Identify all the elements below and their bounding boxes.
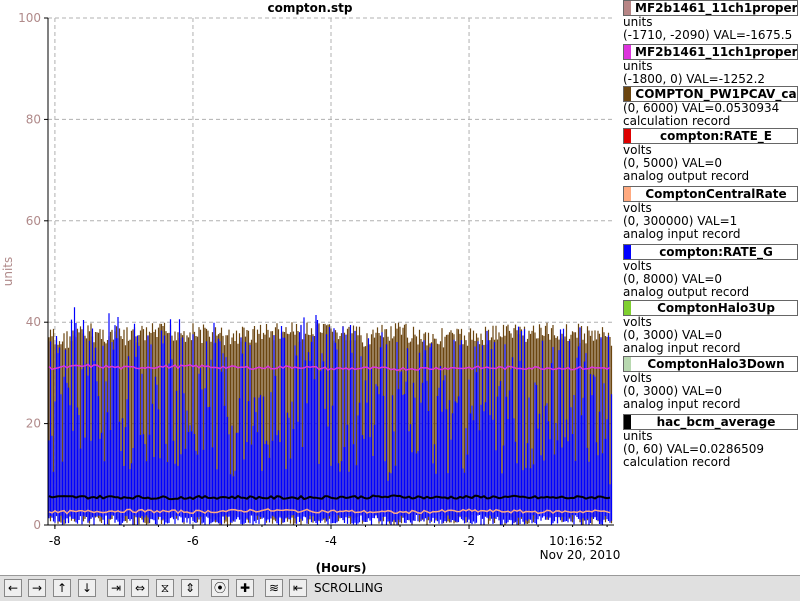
legend-channel-name: ComptonHalo3Down	[647, 357, 785, 371]
data-fill-layer	[48, 307, 613, 525]
legend-channel-button[interactable]: MF2b1461_11ch1property.F	[623, 0, 798, 16]
legend-record: analog input record	[623, 341, 741, 355]
legend-channel-button[interactable]: compton:RATE_G	[623, 244, 798, 260]
arrow-down-icon[interactable]: ↓	[78, 579, 96, 597]
scroll-mode-icon[interactable]: ≋	[265, 579, 283, 597]
toolbar: ← → ↑ ↓ ⇥ ⇔ ⧖ ⇕ ⦿ ✚ ≋ ⇤ SCROLLING	[0, 575, 800, 601]
legend-color-swatch	[624, 245, 631, 259]
legend-channel-button[interactable]: ComptonHalo3Down	[623, 356, 798, 372]
legend-channel-name: hac_bcm_average	[656, 415, 776, 429]
x-date-label: Nov 20, 2010	[540, 548, 620, 562]
legend-record: calculation record	[623, 455, 731, 469]
legend-channel-button[interactable]: ComptonCentralRate	[623, 186, 798, 202]
jump-to-end-icon[interactable]: ⇤	[289, 579, 307, 597]
arrow-up-icon[interactable]: ↑	[53, 579, 71, 597]
x-tick-label: -8	[49, 534, 61, 548]
legend-entry[interactable]: COMPTON_PW1PCAV_ca (0, 6000) VAL=0.053093…	[623, 86, 798, 128]
y-axis-label: units	[1, 257, 15, 287]
zoom-in-vertical-icon[interactable]: ⧖	[156, 579, 174, 597]
legend-color-swatch	[624, 129, 631, 143]
legend-channel-button[interactable]: ComptonHalo3Up	[623, 300, 798, 316]
stripchart-plot[interactable]: 020406080100-8 -6 -4 -2 10:16:52Nov 20, 2010…	[0, 0, 620, 575]
legend-entry[interactable]: MF2b1461_11ch1property.Eunits(-1800, 0) …	[623, 44, 798, 86]
y-tick-label: 80	[26, 112, 41, 126]
zoom-out-horizontal-icon[interactable]: ⇔	[131, 579, 149, 597]
x-tick-label: -4	[325, 534, 337, 548]
legend-color-swatch	[624, 187, 631, 201]
x-axis-label: (Hours)	[316, 561, 367, 575]
legend-color-swatch	[624, 415, 631, 429]
y-tick-label: 20	[26, 417, 41, 431]
autoscale-icon[interactable]: ⦿	[211, 579, 229, 597]
legend-entry[interactable]: ComptonHalo3Up volts (0, 3000) VAL=0 analog…	[623, 300, 798, 355]
x-time-label: 10:16:52	[549, 534, 603, 548]
add-icon[interactable]: ✚	[236, 579, 254, 597]
zoom-in-horizontal-icon[interactable]: ⇥	[107, 579, 125, 597]
zoom-out-vertical-icon[interactable]: ⇕	[181, 579, 199, 597]
legend-channel-name: MF2b1461_11ch1property.E	[635, 45, 798, 59]
legend-record: analog output record	[623, 169, 750, 183]
legend-color-swatch	[624, 45, 631, 59]
legend-channel-name: ComptonHalo3Up	[657, 301, 775, 315]
x-tick-label: -6	[187, 534, 199, 548]
chart-title: compton.stp	[267, 1, 353, 15]
legend-color-swatch	[624, 301, 631, 315]
legend-channel-name: compton:RATE_G	[659, 245, 773, 259]
y-tick-label: 40	[26, 315, 41, 329]
legend-value-line: (-1800, 0) VAL=-1252.2	[623, 72, 766, 86]
legend-channel-name: COMPTON_PW1PCAV_ca	[635, 87, 797, 101]
legend-record: analog input record	[623, 227, 741, 241]
arrow-right-icon[interactable]: →	[28, 579, 46, 597]
legend-panel: MF2b1461_11ch1property.Funits(-1710, -20…	[620, 0, 800, 572]
legend-channel-name: ComptonCentralRate	[645, 187, 787, 201]
legend-channel-button[interactable]: COMPTON_PW1PCAV_ca	[623, 86, 798, 102]
legend-channel-name: compton:RATE_E	[660, 129, 772, 143]
legend-entry[interactable]: ComptonCentralRate volts (0, 300000) VAL=1…	[623, 186, 798, 241]
legend-entry[interactable]: ComptonHalo3Down volts (0, 3000) VAL=0 anal…	[623, 356, 798, 411]
y-tick-label: 0	[33, 518, 41, 532]
legend-value-line: (-1710, -2090) VAL=-1675.5	[623, 28, 793, 42]
y-tick-label: 60	[26, 214, 41, 228]
legend-entry[interactable]: hac_bcm_average units (0, 60) VAL=0.028650…	[623, 414, 798, 469]
legend-channel-button[interactable]: MF2b1461_11ch1property.E	[623, 44, 798, 60]
legend-record: analog input record	[623, 397, 741, 411]
legend-color-swatch	[624, 87, 631, 101]
legend-color-swatch	[624, 357, 631, 371]
legend-entry[interactable]: compton:RATE_E volts (0, 5000) VAL=0 analog…	[623, 128, 798, 183]
legend-channel-button[interactable]: hac_bcm_average	[623, 414, 798, 430]
legend-entry[interactable]: compton:RATE_G volts (0, 8000) VAL=0 analog…	[623, 244, 798, 299]
x-tick-label: -2	[463, 534, 475, 548]
legend-channel-button[interactable]: compton:RATE_E	[623, 128, 798, 144]
scroll-status-label: SCROLLING	[314, 581, 383, 595]
legend-entry[interactable]: MF2b1461_11ch1property.Funits(-1710, -20…	[623, 0, 798, 42]
arrow-left-icon[interactable]: ←	[4, 579, 22, 597]
legend-color-swatch	[624, 1, 631, 15]
legend-record: analog output record	[623, 285, 750, 299]
legend-record: calculation record	[623, 114, 731, 128]
legend-channel-name: MF2b1461_11ch1property.F	[635, 1, 798, 15]
